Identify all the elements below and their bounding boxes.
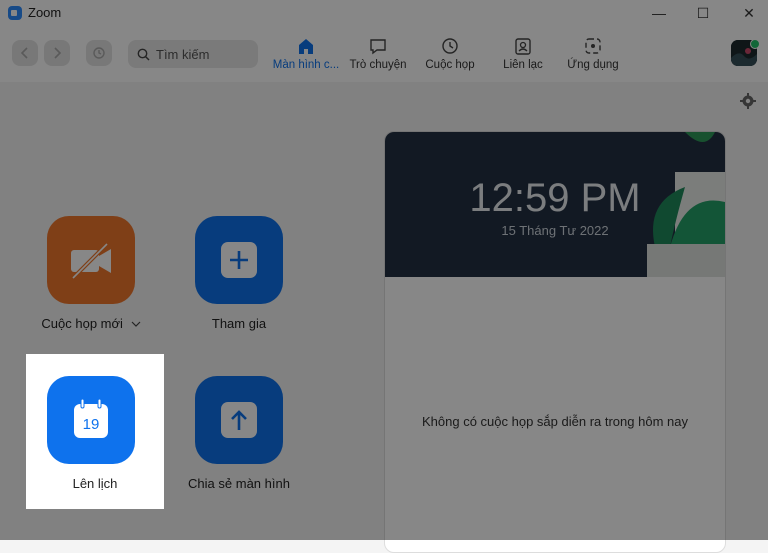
tab-home[interactable]: Màn hình c... <box>270 36 342 76</box>
tab-apps[interactable]: Ứng dụng <box>562 36 624 76</box>
top-toolbar: Màn hình c... Trò chuyện Cuộc họp Liên l… <box>0 26 768 82</box>
tab-home-label: Màn hình c... <box>272 59 340 71</box>
back-button[interactable] <box>12 40 38 66</box>
chevron-down-icon[interactable] <box>131 320 141 328</box>
new-meeting-label: Cuộc họp mới <box>16 316 166 331</box>
calendar-icon: 19 <box>74 398 108 438</box>
title-bar: Zoom — ☐ ✕ <box>0 0 768 26</box>
new-meeting-text: Cuộc họp mới <box>41 316 123 331</box>
chevron-right-icon <box>54 47 62 59</box>
join-button[interactable] <box>195 216 283 304</box>
share-screen-label: Chia sẻ màn hình <box>188 476 290 491</box>
tab-meetings[interactable]: Cuộc họp <box>420 36 480 76</box>
tab-chat-label: Trò chuyện <box>349 59 407 71</box>
upload-arrow-icon <box>221 402 257 438</box>
schedule-label: Lên lịch <box>72 476 118 491</box>
upcoming-meetings-card: 12:59 PM 15 Tháng Tư 2022 Không có cuộc … <box>384 131 726 553</box>
search-input[interactable] <box>156 44 252 64</box>
home-icon <box>299 39 313 54</box>
share-screen-button[interactable] <box>195 376 283 464</box>
join-label: Tham gia <box>211 316 267 331</box>
tab-apps-label: Ứng dụng <box>567 59 619 71</box>
chat-icon <box>370 39 386 55</box>
chevron-left-icon <box>20 47 28 59</box>
maximize-button[interactable]: ☐ <box>688 2 718 24</box>
tab-chat[interactable]: Trò chuyện <box>346 36 410 76</box>
tab-contacts[interactable]: Liên lạc <box>496 36 550 76</box>
search-icon <box>137 48 150 61</box>
history-button[interactable] <box>86 40 112 66</box>
minimize-button[interactable]: — <box>644 2 674 24</box>
current-time: 12:59 PM <box>469 176 641 220</box>
forward-button[interactable] <box>44 40 70 66</box>
search-box[interactable] <box>128 40 258 68</box>
no-meetings-message: Không có cuộc họp sắp diễn ra trong hôm … <box>422 414 688 429</box>
clock-banner: 12:59 PM 15 Tháng Tư 2022 <box>385 132 725 277</box>
calendar-day-number: 19 <box>83 416 100 433</box>
zoom-logo-icon <box>8 6 22 20</box>
tab-contacts-label: Liên lạc <box>503 59 543 71</box>
tab-meetings-label: Cuộc họp <box>425 59 475 71</box>
apps-icon <box>585 38 601 54</box>
online-status-indicator <box>750 39 760 49</box>
contacts-icon <box>515 38 531 55</box>
window-title: Zoom <box>28 5 62 20</box>
settings-gear-icon[interactable] <box>740 93 756 109</box>
new-meeting-button[interactable] <box>47 216 135 304</box>
current-date: 15 Tháng Tư 2022 <box>501 223 609 238</box>
plus-icon <box>221 242 257 278</box>
schedule-button[interactable]: 19 <box>47 376 135 464</box>
video-off-icon <box>71 242 111 280</box>
close-button[interactable]: ✕ <box>734 2 764 24</box>
history-icon <box>93 47 105 59</box>
clock-icon <box>442 38 458 54</box>
